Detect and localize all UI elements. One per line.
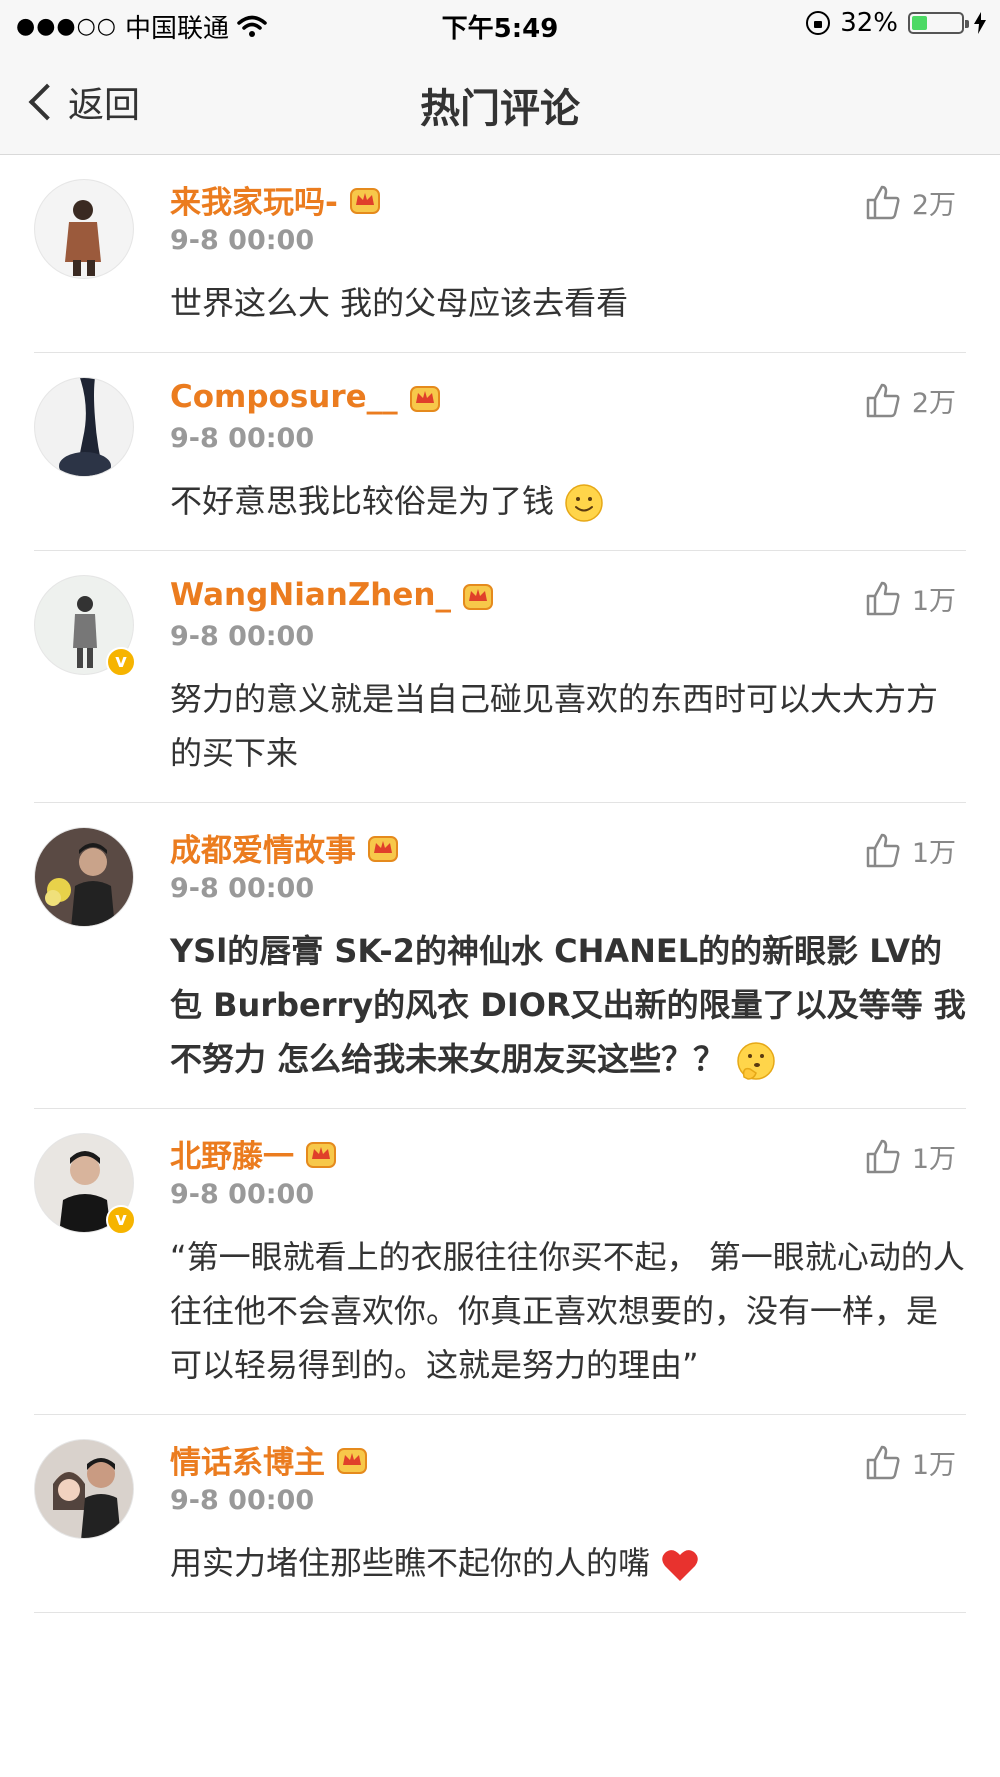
rotation-lock-icon bbox=[806, 11, 831, 35]
username[interactable]: 情话系博主 bbox=[170, 1437, 325, 1482]
like-count: 2万 bbox=[911, 190, 956, 221]
comment-time: 9-8 00:00 bbox=[170, 1485, 315, 1516]
avatar[interactable] bbox=[34, 827, 134, 927]
comment-time: 9-8 00:00 bbox=[170, 1179, 315, 1210]
username[interactable]: 来我家玩吗- bbox=[170, 177, 338, 222]
like-button[interactable]: 1万 bbox=[864, 1137, 956, 1176]
like-count: 1万 bbox=[911, 586, 956, 617]
like-button[interactable]: 1万 bbox=[864, 831, 956, 870]
crown-badge-icon bbox=[306, 1142, 336, 1168]
comment-text-body: 不好意思我比较俗是为了钱 bbox=[170, 482, 555, 520]
crown-badge-icon bbox=[462, 584, 493, 610]
crown-badge-icon bbox=[349, 188, 380, 214]
thumbs-up-icon bbox=[866, 1139, 900, 1173]
comment-item: 情话系博主 9-8 00:00 用实力堵住那些瞧不起你的人的嘴 1万 bbox=[34, 1415, 966, 1613]
like-count: 2万 bbox=[911, 388, 956, 419]
page-title: 热门评论 bbox=[420, 86, 580, 132]
comment-text: YSl的唇膏 SK-2的神仙水 CHANEL的的新眼影 LV的包 Burberr… bbox=[170, 924, 966, 1086]
smile-emoji-icon bbox=[565, 484, 603, 522]
username[interactable]: 成都爱情故事 bbox=[170, 825, 356, 870]
comment-text: 不好意思我比较俗是为了钱 bbox=[170, 474, 966, 528]
status-right-group: 32% bbox=[806, 8, 986, 38]
like-count: 1万 bbox=[911, 1144, 956, 1175]
username[interactable]: Composure__ bbox=[170, 379, 398, 415]
comment-text: 用实力堵住那些瞧不起你的人的嘴 bbox=[170, 1536, 966, 1590]
comment-text-body: YSl的唇膏 SK-2的神仙水 CHANEL的的新眼影 LV的包 Burberr… bbox=[170, 932, 966, 1078]
thumbs-up-icon bbox=[866, 833, 900, 867]
charging-bolt-icon bbox=[974, 12, 986, 34]
verified-badge-icon: v bbox=[106, 1205, 136, 1235]
thumbs-up-icon bbox=[866, 1445, 900, 1479]
crown-badge-icon bbox=[337, 1448, 367, 1474]
comment-text: “第一眼就看上的衣服往往你买不起， 第一眼就心动的人往往他不会喜欢你。你真正喜欢… bbox=[170, 1238, 965, 1384]
comment-time: 9-8 00:00 bbox=[170, 423, 315, 454]
username[interactable]: WangNianZhen_ bbox=[170, 577, 451, 613]
heart-emoji-icon bbox=[662, 1550, 698, 1581]
like-count: 1万 bbox=[911, 1450, 956, 1481]
comment-time: 9-8 00:00 bbox=[170, 873, 315, 904]
comment-text-body: 用实力堵住那些瞧不起你的人的嘴 bbox=[170, 1544, 651, 1582]
thinking-emoji-icon bbox=[737, 1042, 776, 1080]
thumbs-up-icon bbox=[866, 383, 900, 417]
verified-badge-icon: v bbox=[106, 647, 136, 677]
comment-text: 努力的意义就是当自己碰见喜欢的东西时可以大大方方的买下来 bbox=[170, 680, 939, 772]
username[interactable]: 北野藤一 bbox=[170, 1131, 294, 1176]
like-button[interactable]: 1万 bbox=[864, 1443, 956, 1482]
comment-item: v 北野藤一 9-8 00:00 “第一眼就看上的衣服往往你买不起， 第一眼就心… bbox=[34, 1109, 966, 1415]
like-button[interactable]: 1万 bbox=[864, 579, 956, 618]
thumbs-up-icon bbox=[866, 185, 900, 219]
battery-icon bbox=[908, 12, 969, 34]
comment-item: 成都爱情故事 9-8 00:00 YSl的唇膏 SK-2的神仙水 CHANEL的… bbox=[34, 803, 966, 1109]
crown-badge-icon bbox=[409, 386, 440, 412]
comment-item: 来我家玩吗- 9-8 00:00 世界这么大 我的父母应该去看看 2万 bbox=[34, 155, 966, 353]
battery-percent: 32% bbox=[840, 8, 898, 38]
comment-item: v WangNianZhen_ 9-8 00:00 努力的意义就是当自己碰见喜欢… bbox=[34, 551, 966, 803]
avatar[interactable] bbox=[34, 377, 134, 477]
navigation-bar: 返回 热门评论 bbox=[0, 50, 1000, 155]
avatar[interactable] bbox=[34, 179, 134, 279]
comment-time: 9-8 00:00 bbox=[170, 225, 315, 256]
crown-badge-icon bbox=[368, 836, 398, 862]
avatar[interactable] bbox=[34, 1439, 134, 1539]
like-button[interactable]: 2万 bbox=[864, 183, 956, 222]
battery-level bbox=[912, 16, 927, 30]
like-count: 1万 bbox=[911, 838, 956, 869]
comment-text: 世界这么大 我的父母应该去看看 bbox=[170, 284, 629, 322]
status-bar: ●●●○○ 中国联通 下午5:49 32% bbox=[0, 0, 1000, 50]
comment-item: Composure__ 9-8 00:00 不好意思我比较俗是为了钱 2万 bbox=[34, 353, 966, 551]
like-button[interactable]: 2万 bbox=[864, 381, 956, 420]
comment-time: 9-8 00:00 bbox=[170, 621, 315, 652]
hot-comments-list: 来我家玩吗- 9-8 00:00 世界这么大 我的父母应该去看看 2万 Comp… bbox=[0, 155, 1000, 1613]
thumbs-up-icon bbox=[866, 581, 900, 615]
